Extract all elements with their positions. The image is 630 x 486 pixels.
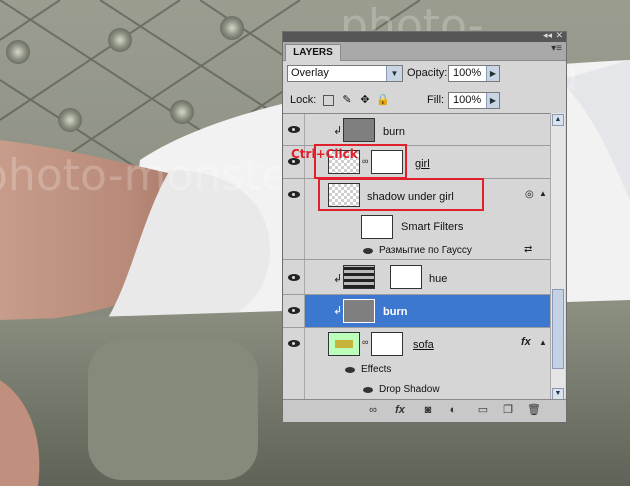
layer-mask-thumbnail[interactable] xyxy=(371,332,403,356)
fill-label: Fill: xyxy=(427,94,445,106)
visibility-eye-icon[interactable] xyxy=(283,328,305,360)
visibility-eye-icon[interactable] xyxy=(283,260,305,294)
effects-label: Effects xyxy=(361,364,392,375)
scrollbar-thumb[interactable] xyxy=(552,289,564,369)
layer-name[interactable]: girl xyxy=(415,158,430,170)
effect-name: Drop Shadow xyxy=(379,384,440,395)
lock-transparent-pixels-icon[interactable] xyxy=(323,95,334,106)
smart-filter-icon[interactable]: ◎ xyxy=(525,189,534,200)
opacity-slider-arrow-icon[interactable]: ▶ xyxy=(486,66,499,81)
expand-triangle-icon[interactable]: ▲ xyxy=(539,338,547,347)
new-adjustment-layer-icon[interactable]: ◐ xyxy=(446,404,460,417)
drop-shadow-row[interactable]: Drop Shadow xyxy=(283,380,551,400)
visibility-eye-icon[interactable] xyxy=(283,212,305,242)
fx-icon[interactable]: fx xyxy=(521,336,531,348)
layers-panel: ◂◂ ✕ LAYERS ▾≡ Overlay ▼ Opacity: 100% ▶… xyxy=(282,30,567,423)
panel-menu-icon[interactable]: ▾≡ xyxy=(551,43,562,54)
chevron-down-icon[interactable]: ▼ xyxy=(386,66,402,81)
annotation-ctrl-click: Ctrl+Click xyxy=(291,147,358,161)
clip-arrow-icon: ↲ xyxy=(333,305,343,317)
visibility-eye-icon[interactable] xyxy=(283,360,305,380)
add-layer-style-icon[interactable]: fx xyxy=(393,404,407,417)
adjustment-thumbnail[interactable] xyxy=(343,265,375,289)
opacity-label: Opacity: xyxy=(407,67,448,79)
opacity-field[interactable]: 100% ▶ xyxy=(448,65,500,82)
filter-mask-thumbnail[interactable] xyxy=(361,215,393,239)
layer-row-burn-top[interactable]: ↲ burn xyxy=(283,114,551,146)
close-icon[interactable]: ✕ xyxy=(555,30,563,41)
layer-row-sofa[interactable]: ∞ sofa fx ▲ xyxy=(283,328,551,360)
lock-all-icon[interactable]: 🔒 xyxy=(376,94,390,106)
blend-mode-value: Overlay xyxy=(291,67,329,79)
visibility-eye-icon[interactable] xyxy=(283,179,305,212)
lock-label: Lock: xyxy=(290,94,317,106)
filter-name: Размытие по Гауссу xyxy=(379,245,472,256)
layer-list-scrollbar[interactable]: ▲ ▼ xyxy=(550,113,565,401)
opacity-value: 100% xyxy=(453,67,482,79)
add-mask-icon[interactable]: ◙ xyxy=(421,404,435,417)
panel-bottom-toolbar: ∞ fx ◙ ◐ ▭ ❐ 🗑 xyxy=(283,399,566,422)
layer-name[interactable]: burn xyxy=(383,126,405,138)
layer-row-burn-selected[interactable]: ↲ burn xyxy=(283,295,551,328)
layer-thumbnail[interactable] xyxy=(328,332,360,356)
visibility-eye-icon[interactable] xyxy=(283,242,305,259)
smart-filters-label: Smart Filters xyxy=(401,221,464,233)
blending-options-icon[interactable]: ⇄ xyxy=(524,244,532,255)
panel-title-bar[interactable]: ◂◂ ✕ xyxy=(283,30,566,42)
effects-visibility-eye-icon[interactable] xyxy=(345,367,355,373)
scroll-up-icon[interactable]: ▲ xyxy=(552,114,564,126)
effects-row[interactable]: Effects xyxy=(283,360,551,380)
new-layer-icon[interactable]: ❐ xyxy=(501,404,515,417)
clip-arrow-icon: ↲ xyxy=(333,125,343,137)
visibility-eye-icon[interactable] xyxy=(283,380,305,400)
clip-arrow-icon: ↲ xyxy=(333,273,343,285)
layer-row-hue[interactable]: ↲ hue xyxy=(283,260,551,295)
blend-mode-select[interactable]: Overlay ▼ xyxy=(287,65,403,82)
layer-thumbnail[interactable] xyxy=(343,299,375,323)
smart-filters-row[interactable]: Smart Filters xyxy=(283,212,551,242)
layer-name[interactable]: burn xyxy=(383,306,407,318)
lock-image-pixels-icon[interactable]: ✎ xyxy=(341,94,353,106)
fill-field[interactable]: 100% ▶ xyxy=(448,92,500,109)
gaussian-blur-filter-row[interactable]: Размытие по Гауссу ⇄ xyxy=(283,242,551,260)
delete-layer-icon[interactable]: 🗑 xyxy=(527,404,541,417)
new-group-icon[interactable]: ▭ xyxy=(476,404,490,417)
visibility-eye-icon[interactable] xyxy=(283,114,305,145)
collapse-icon[interactable]: ◂◂ xyxy=(543,30,552,41)
link-layers-icon[interactable]: ∞ xyxy=(366,404,380,417)
layer-thumbnail[interactable] xyxy=(343,118,375,142)
layer-name[interactable]: hue xyxy=(429,273,447,285)
fill-slider-arrow-icon[interactable]: ▶ xyxy=(486,93,499,108)
lock-position-icon[interactable]: ✥ xyxy=(359,94,371,106)
layer-name[interactable]: sofa xyxy=(413,339,434,351)
panel-tab-row: LAYERS ▾≡ xyxy=(283,42,566,61)
filter-visibility-eye-icon[interactable] xyxy=(363,248,373,254)
fill-value: 100% xyxy=(453,94,482,106)
visibility-eye-icon[interactable] xyxy=(283,295,305,327)
annotation-box-shadow-layer xyxy=(318,178,484,211)
effect-visibility-eye-icon[interactable] xyxy=(363,387,373,393)
layer-mask-thumbnail[interactable] xyxy=(390,265,422,289)
tab-layers[interactable]: LAYERS xyxy=(285,44,341,61)
expand-triangle-icon[interactable]: ▲ xyxy=(539,189,547,198)
link-icon: ∞ xyxy=(362,337,369,347)
